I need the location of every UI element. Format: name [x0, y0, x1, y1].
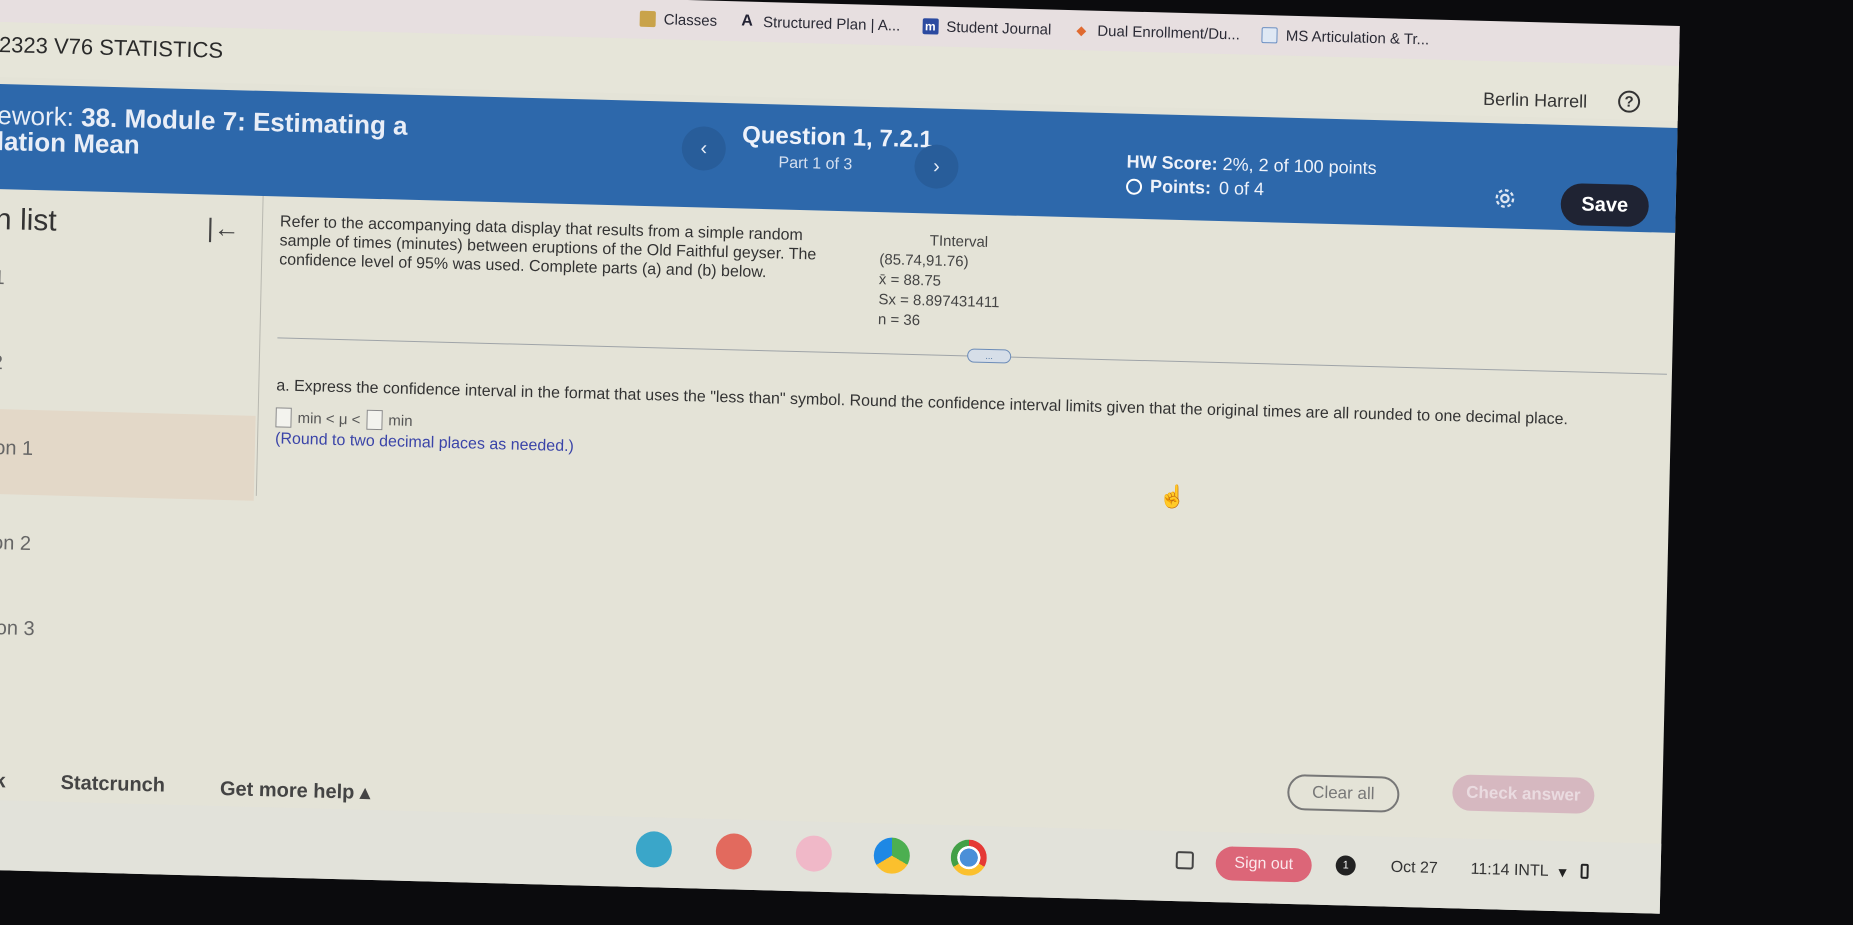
homework-title: ework: 38. Module 7: Estimating a lation… [0, 99, 408, 160]
notification-badge[interactable]: 1 [1335, 855, 1356, 876]
check-answer-button[interactable]: Check answer [1451, 774, 1595, 814]
footer-links: ok Statcrunch Get more help ▴ [0, 770, 370, 805]
status-circle-icon [1125, 178, 1143, 195]
battery-icon[interactable] [1580, 863, 1589, 879]
wifi-icon[interactable]: ▼ [1555, 864, 1569, 880]
screen: Classes A Structured Plan | A... m Stude… [0, 0, 1853, 925]
bookmark-structured-plan[interactable]: A Structured Plan | A... [739, 12, 900, 34]
points: Points: 0 of 4 [1125, 176, 1264, 201]
answer-row: min < μ < min [275, 407, 413, 431]
rounding-note: (Round to two decimal places as needed.) [274, 430, 575, 456]
part-a-instructions: a. Express the confidence interval in th… [276, 377, 1569, 429]
chevron-left-icon: ‹ [700, 136, 708, 160]
os-shelf: Sign out 1 Oct 27 11:14 INTL ▼ [0, 799, 1662, 914]
sidebar-item[interactable]: 1 [0, 249, 259, 316]
classes-icon [639, 10, 656, 28]
sidebar-item[interactable]: 2 [0, 334, 257, 401]
bookmark-student-journal[interactable]: m Student Journal [922, 18, 1052, 38]
previous-question-button[interactable]: ‹ [681, 125, 727, 172]
statcrunch-link[interactable]: Statcrunch [60, 772, 165, 800]
time[interactable]: 11:14 INTL [1470, 861, 1548, 881]
user-name[interactable]: Berlin Harrell [1483, 89, 1587, 113]
classroom-app-icon[interactable] [635, 830, 673, 868]
laptop-display: Classes A Structured Plan | A... m Stude… [0, 0, 1680, 914]
a-letter-icon: A [741, 12, 754, 30]
hand-cursor-icon: ☝ [1158, 483, 1187, 510]
upper-limit-input[interactable] [366, 409, 383, 431]
expand-more-button[interactable]: ... [967, 348, 1012, 364]
question-list-title: n list [0, 202, 58, 238]
chevron-right-icon: › [932, 154, 941, 178]
save-button[interactable]: Save [1560, 182, 1650, 228]
question-label[interactable]: Question 1, 7.2.1 [742, 121, 933, 154]
screenshot-icon[interactable] [1175, 851, 1194, 870]
question-list-sidebar: n list |← 1 2 ion 1 ion 2 tion 3 [0, 189, 261, 756]
doc-icon [1261, 27, 1279, 44]
ebook-link[interactable]: ok [0, 770, 6, 796]
app-pink-icon[interactable] [795, 835, 833, 873]
dual-enrollment-icon: ◆ [1076, 23, 1087, 38]
bookmark-classes[interactable]: Classes [639, 10, 717, 29]
sidebar-item-active[interactable]: ion 1 [0, 408, 256, 501]
collapse-sidebar-icon[interactable]: |← [207, 212, 240, 244]
app-red-icon[interactable] [715, 833, 753, 870]
bookmark-dual-enrollment[interactable]: ◆ Dual Enrollment/Du... [1073, 22, 1240, 43]
question-prompt: Refer to the accompanying data display t… [278, 213, 817, 282]
lower-limit-input[interactable] [275, 407, 292, 428]
get-more-help-link[interactable]: Get more help ▴ [220, 776, 371, 805]
hw-score: HW Score: 2%, 2 of 100 points [1126, 151, 1377, 179]
sidebar-item[interactable]: tion 3 [0, 599, 251, 666]
course-title: 2323 V76 STATISTICS [0, 31, 224, 63]
sidebar-item[interactable]: ion 2 [0, 514, 253, 581]
student-journal-icon: m [922, 18, 939, 35]
google-drive-icon[interactable] [873, 837, 911, 875]
bookmark-ms-articulation[interactable]: MS Articulation & Tr... [1261, 27, 1429, 48]
clear-all-button[interactable]: Clear all [1286, 773, 1400, 813]
gear-icon[interactable] [1494, 187, 1516, 210]
chrome-icon[interactable] [950, 839, 988, 877]
date[interactable]: Oct 27 [1390, 859, 1438, 878]
next-question-button[interactable]: › [913, 143, 959, 190]
sign-out-button[interactable]: Sign out [1215, 846, 1313, 883]
data-display: TInterval (85.74,91.76) x̄ = 88.75 Sx = … [878, 230, 1001, 333]
part-label: Part 1 of 3 [778, 154, 853, 174]
n-value: n = 36 [877, 311, 921, 330]
